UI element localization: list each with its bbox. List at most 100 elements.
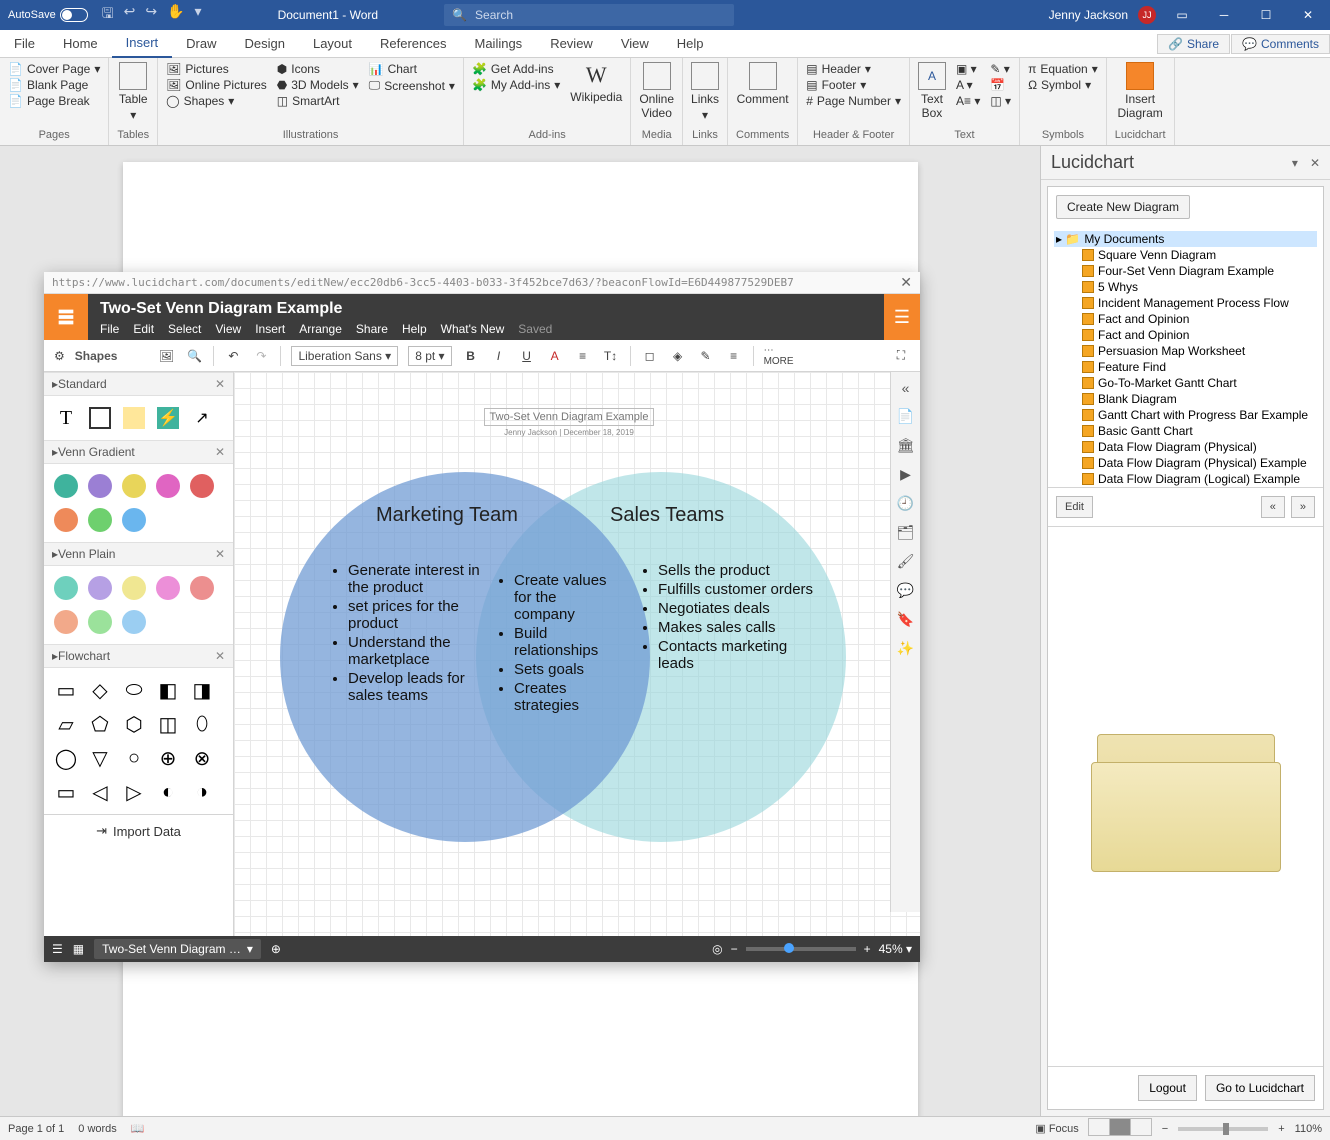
bold-icon[interactable]: B <box>462 347 480 365</box>
tab-home[interactable]: Home <box>49 30 112 58</box>
undo-icon[interactable]: ↩ <box>124 3 136 27</box>
icons-button[interactable]: ⬢ Icons <box>277 62 359 76</box>
wikipedia-button[interactable]: WWikipedia <box>570 62 622 104</box>
lc-zoom-slider[interactable] <box>746 947 856 951</box>
line-style-icon[interactable]: ≡ <box>725 347 743 365</box>
cat-venn-gradient[interactable]: ▸ Venn Gradient✕ <box>44 440 233 464</box>
flowchart-shape-icon[interactable]: ◫ <box>154 710 182 738</box>
more-button[interactable]: ⋯MORE <box>764 345 794 367</box>
tree-doc-item[interactable]: 5 Whys <box>1054 279 1317 295</box>
flowchart-shape-icon[interactable]: ◧ <box>154 676 182 704</box>
lc-menu-file[interactable]: File <box>100 322 119 336</box>
maximize-icon[interactable]: ☐ <box>1250 0 1282 30</box>
pcirc-orange[interactable] <box>52 608 80 636</box>
page-icon[interactable]: 📄 <box>897 408 914 425</box>
redo-icon[interactable]: ↷ <box>252 347 270 365</box>
undo-icon[interactable]: ↶ <box>224 347 242 365</box>
search-box[interactable]: 🔍 Search <box>444 4 734 26</box>
tab-view[interactable]: View <box>607 30 663 58</box>
edit-button[interactable]: Edit <box>1056 496 1093 518</box>
cat-standard[interactable]: ▸ Standard✕ <box>44 372 233 396</box>
pcirc-magenta[interactable] <box>154 574 182 602</box>
target-icon[interactable]: ◎ <box>712 942 722 956</box>
tab-insert[interactable]: Insert <box>112 30 173 58</box>
chart-button[interactable]: 📊 Chart <box>369 62 455 76</box>
flowchart-shape-icon[interactable]: ⊗ <box>188 744 216 772</box>
note-shape-icon[interactable] <box>120 404 148 432</box>
cover-page-button[interactable]: 📄 Cover Page ▾ <box>8 62 100 76</box>
tree-doc-item[interactable]: Basic Gantt Chart <box>1054 423 1317 439</box>
venn-left-label[interactable]: Marketing Team <box>376 504 518 527</box>
venn-diagram[interactable]: Marketing Team Sales Teams Generate inte… <box>280 472 846 842</box>
flowchart-shape-icon[interactable]: ▭ <box>52 778 80 806</box>
lc-menu-edit[interactable]: Edit <box>133 322 154 336</box>
venn-left-list[interactable]: Generate interest in the productset pric… <box>330 562 490 706</box>
search-icon[interactable]: 🔍 <box>185 347 203 365</box>
symbol-button[interactable]: Ω Symbol ▾ <box>1028 78 1098 92</box>
text-box-button[interactable]: AText Box <box>918 62 946 120</box>
fullscreen-icon[interactable]: ⛶ <box>892 347 910 365</box>
venn-right-label[interactable]: Sales Teams <box>610 504 724 527</box>
tree-doc-item[interactable]: Fact and Opinion <box>1054 311 1317 327</box>
tree-doc-item[interactable]: Fact and Opinion <box>1054 327 1317 343</box>
flowchart-shape-icon[interactable]: ▭ <box>52 676 80 704</box>
zoom-in-icon[interactable]: + <box>1278 1123 1284 1135</box>
close-icon[interactable]: ✕ <box>1292 0 1324 30</box>
shapes-panel-icon[interactable]: ⚙ <box>54 349 65 363</box>
lc-canvas[interactable]: Two-Set Venn Diagram Example Jenny Jacks… <box>234 372 920 936</box>
equation-button[interactable]: π Equation ▾ <box>1028 62 1098 76</box>
list-view-icon[interactable]: ☰ <box>52 942 63 956</box>
tree-doc-item[interactable]: Blank Diagram <box>1054 391 1317 407</box>
lc-menu-help[interactable]: Help <box>402 322 427 336</box>
page-break-button[interactable]: 📄 Page Break <box>8 94 100 108</box>
blank-page-button[interactable]: 📄 Blank Page <box>8 78 100 92</box>
add-page-icon[interactable]: ⊕ <box>271 942 281 956</box>
links-button[interactable]: Links▾ <box>691 62 719 122</box>
3d-models-button[interactable]: ⬣ 3D Models ▾ <box>277 78 359 92</box>
arrow-shape-icon[interactable]: ↗ <box>188 404 216 432</box>
circ-yellow[interactable] <box>120 472 148 500</box>
collapse-icon[interactable]: « <box>902 380 910 396</box>
flowchart-shape-icon[interactable]: ▽ <box>86 744 114 772</box>
signature-icon[interactable]: ✎ ▾ <box>990 62 1011 76</box>
lc-menu-insert[interactable]: Insert <box>255 322 285 336</box>
word-count[interactable]: 0 words <box>78 1123 117 1135</box>
page-indicator[interactable]: Page 1 of 1 <box>8 1123 64 1135</box>
autosave-toggle[interactable]: AutoSave <box>8 8 88 22</box>
page-tab[interactable]: Two-Set Venn Diagram … ▾ <box>94 939 261 959</box>
circ-blue[interactable] <box>120 506 148 534</box>
flowchart-shape-icon[interactable]: ⬯ <box>188 710 216 738</box>
touch-icon[interactable]: ✋ <box>167 3 184 27</box>
circ-orange[interactable] <box>52 506 80 534</box>
circ-magenta[interactable] <box>154 472 182 500</box>
tab-draw[interactable]: Draw <box>172 30 230 58</box>
prev-page-button[interactable]: « <box>1261 496 1285 518</box>
folder-my-documents[interactable]: ▸ 📁 My Documents <box>1054 231 1317 247</box>
shapes-button[interactable]: ◯ Shapes ▾ <box>166 94 267 108</box>
italic-icon[interactable]: I <box>490 347 508 365</box>
tree-doc-item[interactable]: Square Venn Diagram <box>1054 247 1317 263</box>
flowchart-shape-icon[interactable]: ⬠ <box>86 710 114 738</box>
bookmark-icon[interactable]: 🔖 <box>897 611 914 628</box>
view-buttons[interactable] <box>1089 1118 1152 1139</box>
lc-menu-icon[interactable]: ☰ <box>884 294 920 340</box>
format-icon[interactable]: 🖌 <box>897 553 915 570</box>
venn-center-list[interactable]: Create values for the companyBuild relat… <box>496 572 616 716</box>
flowchart-shape-icon[interactable]: ⊕ <box>154 744 182 772</box>
pictures-button[interactable]: 🖼 Pictures <box>166 62 267 76</box>
editor-close-icon[interactable]: ✕ <box>900 274 912 291</box>
redo-icon[interactable]: ↪ <box>145 3 157 27</box>
lc-menu-view[interactable]: View <box>215 322 241 336</box>
font-size-select[interactable]: 8 pt ▾ <box>408 346 451 366</box>
pcirc-green[interactable] <box>86 608 114 636</box>
line-icon[interactable]: ✎ <box>697 347 715 365</box>
fill-icon[interactable]: ◻ <box>641 347 659 365</box>
chat-icon[interactable]: 💬 <box>897 582 914 599</box>
fill-color-icon[interactable]: ◈ <box>669 347 687 365</box>
flowchart-shape-icon[interactable]: ◑ <box>188 778 216 806</box>
pcirc-teal[interactable] <box>52 574 80 602</box>
flowchart-shape-icon[interactable]: ◐ <box>154 778 182 806</box>
share-button[interactable]: 🔗 Share <box>1157 34 1230 54</box>
history-icon[interactable]: 🕘 <box>897 495 914 512</box>
circ-purple[interactable] <box>86 472 114 500</box>
